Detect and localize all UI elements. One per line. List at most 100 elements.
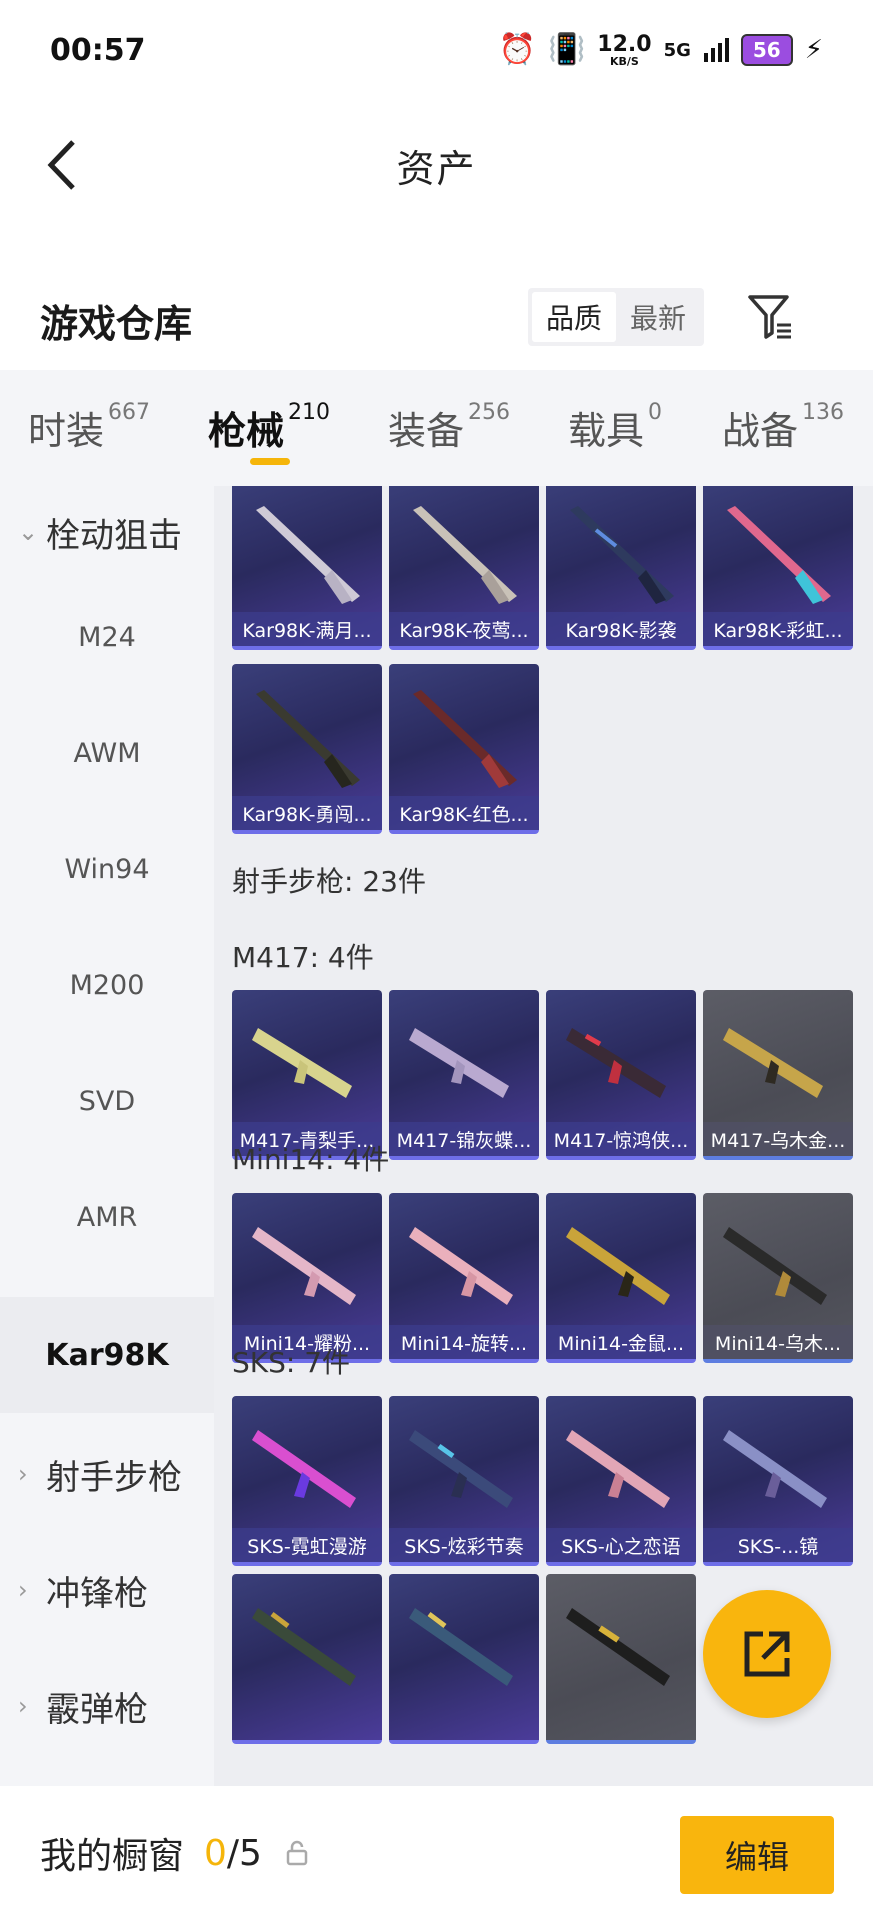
tab-count: 0	[648, 400, 663, 425]
sort-quality-button[interactable]: 品质	[532, 292, 617, 342]
category-tabs: 时装 667 枪械 210 装备 256 载具 0 战备 136	[0, 370, 873, 486]
sidebar-item-m200[interactable]: M200	[0, 927, 214, 1043]
item-card[interactable]: SKS-...镜	[703, 1396, 853, 1566]
tab-label: 枪械	[208, 409, 285, 453]
rifle-icon	[727, 506, 831, 604]
item-card[interactable]	[232, 1574, 382, 1744]
item-card[interactable]: Kar98K-彩虹...	[703, 486, 853, 650]
rifle-icon	[723, 1430, 827, 1508]
battery-icon: 56	[740, 34, 793, 66]
back-button[interactable]	[32, 132, 92, 198]
item-name: Kar98K-满月...	[232, 612, 382, 646]
tab-count: 210	[288, 400, 331, 425]
item-name: M417-惊鸿侠...	[546, 1122, 696, 1156]
rifle-icon	[409, 1608, 513, 1686]
tab-vehicles[interactable]: 载具 0	[568, 400, 662, 455]
page-title: 资产	[396, 146, 477, 191]
showcase-count: 0/5	[204, 1833, 262, 1874]
sidebar-group-shotgun[interactable]: › 霰弹枪	[0, 1660, 214, 1752]
item-card[interactable]	[546, 1574, 696, 1744]
sidebar-group-marksman[interactable]: › 射手步枪	[0, 1428, 214, 1520]
sidebar-item-amr[interactable]: AMR	[0, 1159, 214, 1275]
showcase-current: 0	[204, 1832, 227, 1874]
sidebar-group-label: 射手步枪	[46, 1457, 182, 1498]
rifle-icon	[566, 1028, 666, 1098]
tab-supplies[interactable]: 战备 136	[722, 400, 844, 455]
showcase-bar: 我的橱窗 0/5 编辑	[0, 1786, 873, 1920]
vibrate-icon: 📳	[547, 32, 586, 67]
item-name: Mini14-金鼠...	[546, 1325, 696, 1359]
item-name: Kar98K-红色...	[389, 796, 539, 830]
tab-count: 667	[108, 400, 151, 425]
tab-label: 战备	[722, 409, 799, 453]
rifle-icon	[566, 1608, 670, 1686]
item-card[interactable]: SKS-炫彩节奏	[389, 1396, 539, 1566]
item-card[interactable]: SKS-霓虹漫游	[232, 1396, 382, 1566]
item-name: M417-锦灰蝶...	[389, 1122, 539, 1156]
share-icon	[744, 1631, 790, 1677]
item-card[interactable]: Mini14-乌木...	[703, 1193, 853, 1363]
showcase-total: /5	[226, 1832, 262, 1874]
sidebar-item-kar98k[interactable]: Kar98K	[0, 1297, 214, 1413]
item-card[interactable]	[389, 1574, 539, 1744]
item-card[interactable]: Kar98K-影袭	[546, 486, 696, 650]
item-card[interactable]: M417-惊鸿侠...	[546, 990, 696, 1160]
charging-icon: ⚡	[804, 35, 823, 65]
rifle-icon	[566, 1227, 670, 1305]
item-card[interactable]: Mini14-旋转...	[389, 1193, 539, 1363]
item-card[interactable]: Mini14-耀粉...	[232, 1193, 382, 1363]
chevron-right-icon: ›	[18, 1460, 28, 1488]
item-card[interactable]: M417-青梨手...	[232, 990, 382, 1160]
item-name: Mini14-乌木...	[703, 1325, 853, 1359]
sidebar-group-smg[interactable]: › 冲锋枪	[0, 1544, 214, 1636]
tab-guns[interactable]: 枪械 210	[208, 400, 330, 455]
rifle-icon	[252, 1430, 356, 1508]
rifle-icon	[409, 1028, 509, 1098]
rifle-icon	[723, 1028, 823, 1098]
item-card[interactable]: SKS-心之恋语	[546, 1396, 696, 1566]
rifle-icon	[252, 1608, 356, 1686]
tab-label: 时装	[28, 409, 105, 453]
sidebar-group-bolt-action[interactable]: ⌄ 栓动狙击	[0, 506, 214, 558]
item-card[interactable]: Mini14-金鼠...	[546, 1193, 696, 1363]
rifle-icon	[409, 1430, 513, 1508]
sidebar-item-awm[interactable]: AWM	[0, 695, 214, 811]
item-name: Mini14-旋转...	[389, 1325, 539, 1359]
tab-outfits[interactable]: 时装 667	[28, 400, 150, 455]
rifle-icon	[252, 1227, 356, 1305]
item-card[interactable]: Kar98K-红色...	[389, 664, 539, 834]
sidebar-item-svd[interactable]: SVD	[0, 1043, 214, 1159]
filter-button[interactable]	[742, 282, 798, 352]
item-card[interactable]: Kar98K-满月...	[232, 486, 382, 650]
sidebar-group-label: 冲锋枪	[46, 1573, 148, 1614]
item-card[interactable]: Kar98K-勇闯...	[232, 664, 382, 834]
sidebar-group-label: 霰弹枪	[46, 1689, 148, 1730]
sidebar-item-win94[interactable]: Win94	[0, 811, 214, 927]
item-name: SKS-炫彩节奏	[389, 1528, 539, 1562]
edit-button[interactable]: 编辑	[680, 1816, 834, 1894]
warehouse-header: 游戏仓库 品质 最新	[0, 270, 873, 370]
item-card[interactable]: M417-乌木金...	[703, 990, 853, 1160]
tab-count: 136	[802, 400, 845, 425]
section-mini14-count: Mini14: 4件	[232, 1143, 390, 1176]
item-name: SKS-心之恋语	[546, 1528, 696, 1562]
filter-icon	[748, 295, 791, 339]
status-icons: ⏰ 📳 12.0 KB/S 5G 56 ⚡	[499, 31, 823, 68]
sidebar-item-m24[interactable]: M24	[0, 579, 214, 695]
showcase-label: 我的橱窗	[40, 1836, 185, 1877]
status-time: 00:57	[50, 32, 146, 68]
share-button[interactable]	[703, 1590, 831, 1718]
tab-equipment[interactable]: 装备 256	[388, 400, 510, 455]
item-card[interactable]: Kar98K-夜莺...	[389, 486, 539, 650]
lock-icon	[284, 1838, 310, 1868]
rifle-icon	[252, 1028, 352, 1098]
active-tab-indicator	[250, 458, 290, 465]
warehouse-title: 游戏仓库	[40, 301, 193, 346]
rifle-icon	[723, 1227, 827, 1305]
section-m417-count: M417: 4件	[232, 941, 374, 974]
item-name: M417-乌木金...	[703, 1122, 853, 1156]
sort-newest-button[interactable]: 最新	[616, 292, 700, 342]
item-card[interactable]: M417-锦灰蝶...	[389, 990, 539, 1160]
net-speed-value: 12.0	[597, 31, 652, 57]
net-speed-unit: KB/S	[610, 54, 639, 68]
